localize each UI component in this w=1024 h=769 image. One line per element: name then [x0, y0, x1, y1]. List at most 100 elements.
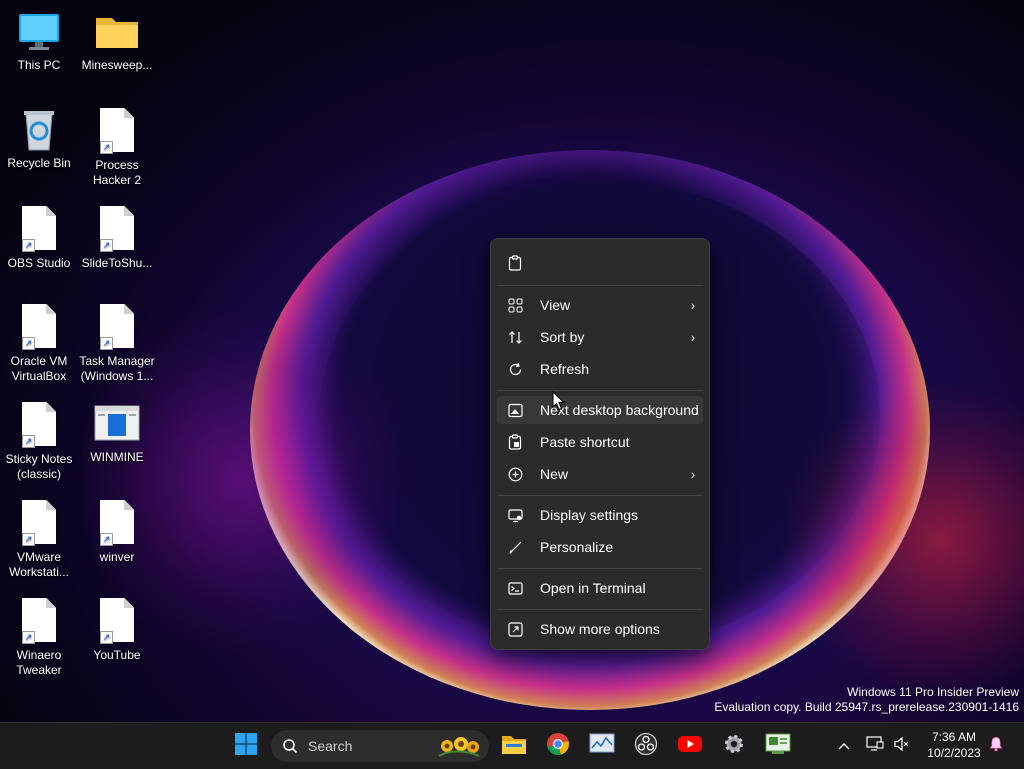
desktop-context-menu: View › Sort by › Refresh Next desktop ba… — [490, 238, 710, 650]
desktop-icon-sticky-notes[interactable]: ↗ Sticky Notes (classic) — [1, 400, 77, 482]
desktop-icon-recycle-bin[interactable]: Recycle Bin — [1, 106, 77, 171]
desktop-icon-label: WINMINE — [90, 450, 144, 464]
menu-item-sort-by[interactable]: Sort by › — [497, 323, 703, 351]
settings-icon — [722, 732, 746, 761]
refresh-icon — [507, 361, 523, 377]
network-icon — [866, 735, 884, 757]
desktop-icon-winver[interactable]: ↗ winver — [79, 498, 155, 565]
display-settings-icon — [507, 507, 523, 523]
menu-item-personalize[interactable]: Personalize — [497, 533, 703, 561]
desktop-icon-slidetoshutdown[interactable]: ↗ SlideToShu... — [79, 204, 155, 271]
menu-item-show-more-options[interactable]: Show more options — [497, 615, 703, 643]
sysinternals-button[interactable] — [762, 730, 794, 762]
evaluation-watermark: Windows 11 Pro Insider Preview Evaluatio… — [714, 685, 1019, 715]
clock-date: 10/2/2023 — [927, 746, 981, 760]
menu-item-open-in-terminal[interactable]: Open in Terminal — [497, 574, 703, 602]
brush-icon — [507, 539, 523, 555]
desktop-icon-label: Minesweep... — [81, 58, 153, 72]
obs-icon — [634, 732, 658, 761]
menu-item-refresh[interactable]: Refresh — [497, 355, 703, 383]
desktop-icon-youtube[interactable]: ↗ YouTube — [79, 596, 155, 663]
file-shortcut-icon: ↗ — [15, 206, 63, 254]
desktop-icon-winmine[interactable]: WINMINE — [79, 400, 155, 465]
file-shortcut-icon: ↗ — [93, 598, 141, 646]
menu-separator — [497, 285, 703, 286]
desktop-icon-label: SlideToShu... — [81, 256, 153, 270]
menu-item-next-desktop-background[interactable]: Next desktop background — [497, 396, 703, 424]
desktop-icon-label: YouTube — [93, 648, 141, 662]
menu-item-label: Paste shortcut — [540, 434, 630, 450]
monitor-icon — [15, 8, 63, 56]
desktop-icon-label: This PC — [17, 58, 61, 72]
start-button[interactable] — [230, 730, 262, 762]
clipboard-icon — [507, 255, 523, 271]
menu-item-label: View — [540, 297, 571, 313]
desktop-icon-process-hacker[interactable]: ↗ Process Hacker 2 — [79, 106, 155, 188]
menu-item-label: Display settings — [540, 507, 639, 523]
file-shortcut-icon: ↗ — [15, 598, 63, 646]
youtube-icon — [677, 734, 703, 759]
paste-shortcut-icon — [507, 434, 523, 450]
file-explorer-icon — [501, 732, 527, 761]
watermark-line-2: Evaluation copy. Build 25947.rs_prerelea… — [714, 700, 1019, 714]
chevron-right-icon: › — [690, 329, 696, 345]
watermark-line-1: Windows 11 Pro Insider Preview — [847, 685, 1019, 699]
desktop-icon-virtualbox[interactable]: ↗ Oracle VM VirtualBox — [1, 302, 77, 384]
file-shortcut-icon: ↗ — [93, 206, 141, 254]
menu-separator — [497, 390, 703, 391]
taskbar-search-box[interactable]: Search — [271, 730, 489, 762]
menu-item-label: Personalize — [540, 539, 614, 555]
chevron-right-icon: › — [690, 297, 696, 313]
youtube-button[interactable] — [674, 730, 706, 762]
menu-item-label: Open in Terminal — [540, 580, 646, 596]
obs-button[interactable] — [630, 730, 662, 762]
resource-monitor-icon — [589, 733, 615, 760]
menu-item-label: Sort by — [540, 329, 585, 345]
resource-monitor-button[interactable] — [586, 730, 618, 762]
show-hidden-icons-button[interactable] — [829, 730, 859, 762]
menu-item-display-settings[interactable]: Display settings — [497, 501, 703, 529]
grid-icon — [507, 297, 523, 313]
desktop-icon-label: Winaero Tweaker — [16, 648, 62, 677]
chevron-right-icon: › — [690, 466, 696, 482]
application-window-icon — [93, 400, 141, 448]
clock-time: 7:36 AM — [931, 730, 977, 744]
file-shortcut-icon: ↗ — [15, 500, 63, 548]
file-explorer-button[interactable] — [498, 730, 530, 762]
desktop-icon-winaero-tweaker[interactable]: ↗ Winaero Tweaker — [1, 596, 77, 678]
file-shortcut-icon: ↗ — [15, 402, 63, 450]
desktop-icon-vmware[interactable]: ↗ VMware Workstati... — [1, 498, 77, 580]
clock-button[interactable]: 7:36 AM 10/2/2023 — [920, 728, 988, 764]
desktop-icon-minesweeper[interactable]: Minesweep... — [79, 8, 155, 73]
sunflower-highlight-icon — [437, 734, 481, 758]
desktop-icon-task-manager[interactable]: ↗ Task Manager (Windows 1... — [79, 302, 155, 384]
desktop-icon-this-pc[interactable]: This PC — [1, 8, 77, 73]
settings-button[interactable] — [718, 730, 750, 762]
menu-item-paste-shortcut[interactable]: Paste shortcut — [497, 428, 703, 456]
desktop-icon-label: Oracle VM VirtualBox — [10, 354, 68, 383]
menu-separator — [497, 568, 703, 569]
chevron-up-icon — [838, 737, 850, 755]
file-shortcut-icon: ↗ — [93, 304, 141, 352]
network-button[interactable] — [861, 730, 889, 762]
sysinternals-icon — [765, 733, 791, 760]
desktop-icon-label: Recycle Bin — [7, 156, 71, 170]
menu-separator — [497, 495, 703, 496]
plus-circle-icon — [507, 466, 523, 482]
menu-item-label: Show more options — [540, 621, 660, 637]
taskbar: Search 7:36 AM 10/2/2023 — [0, 722, 1024, 769]
desktop-icon-label: VMware Workstati... — [9, 550, 69, 579]
chrome-button[interactable] — [542, 730, 574, 762]
menu-item-label: Refresh — [540, 361, 590, 377]
folder-icon — [93, 8, 141, 56]
desktop-icon-obs-studio[interactable]: ↗ OBS Studio — [1, 204, 77, 271]
desktop-icon-label: Task Manager (Windows 1... — [79, 354, 155, 383]
menu-item-view[interactable]: View › — [497, 291, 703, 319]
show-more-options-icon — [507, 621, 523, 637]
menu-item-new[interactable]: New › — [497, 460, 703, 488]
search-label: Search — [308, 738, 353, 754]
volume-button[interactable] — [889, 730, 915, 762]
notifications-button[interactable] — [984, 730, 1008, 762]
paste-button[interactable] — [497, 249, 703, 277]
desktop-icon-label: Sticky Notes (classic) — [5, 452, 73, 481]
